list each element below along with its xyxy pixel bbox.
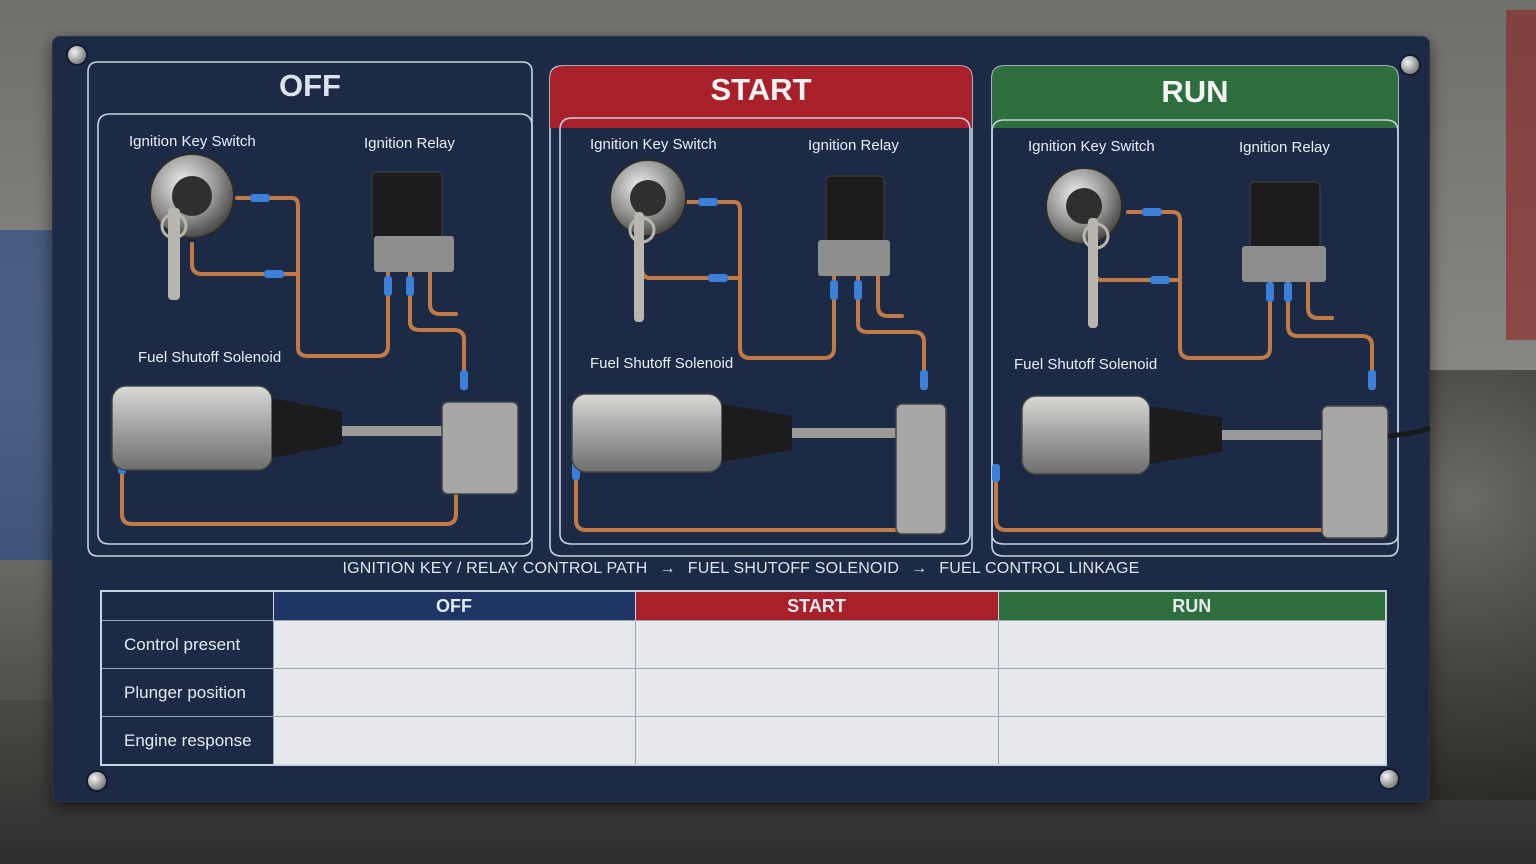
panel-header-run: RUN bbox=[1161, 74, 1229, 109]
flow-step-solenoid: FUEL SHUTOFF SOLENOID bbox=[687, 560, 900, 577]
row-label-engine-response: Engine response bbox=[100, 716, 274, 766]
panel-header-off: OFF bbox=[279, 68, 341, 103]
row-label-control-present: Control present bbox=[100, 620, 274, 669]
column-header-off: OFF bbox=[272, 591, 635, 621]
table-corner-cell bbox=[101, 591, 273, 621]
label-relay: Ignition Relay bbox=[1239, 139, 1330, 156]
column-header-run: RUN bbox=[997, 591, 1386, 621]
label-solenoid: Fuel Shutoff Solenoid bbox=[1014, 356, 1158, 373]
table-cell-off[interactable] bbox=[272, 716, 636, 766]
table-cell-start[interactable] bbox=[634, 620, 999, 669]
state-matrix-table: OFF START RUN Control present Plunger po… bbox=[100, 590, 1387, 766]
table-cell-run[interactable] bbox=[997, 668, 1387, 717]
label-key-switch: Ignition Key Switch bbox=[590, 136, 717, 153]
flow-step-control-path: IGNITION KEY / RELAY CONTROL PATH bbox=[342, 560, 648, 577]
table-cell-start[interactable] bbox=[634, 668, 999, 717]
table-cell-off[interactable] bbox=[272, 668, 636, 717]
label-relay: Ignition Relay bbox=[808, 137, 899, 154]
label-solenoid: Fuel Shutoff Solenoid bbox=[590, 355, 734, 372]
label-key-switch: Ignition Key Switch bbox=[1028, 138, 1155, 155]
table-header-row: OFF START RUN bbox=[101, 591, 1386, 621]
flow-step-linkage: FUEL CONTROL LINKAGE bbox=[939, 560, 1140, 577]
table-cell-run[interactable] bbox=[997, 716, 1387, 766]
table-cell-start[interactable] bbox=[634, 716, 999, 766]
label-key-switch: Ignition Key Switch bbox=[129, 133, 256, 150]
arrow-right-icon: → bbox=[911, 560, 928, 577]
table-cell-run[interactable] bbox=[997, 620, 1387, 669]
table-row: Control present bbox=[100, 620, 1387, 669]
engine-block bbox=[1418, 370, 1536, 800]
background-shelf bbox=[0, 230, 60, 560]
arrow-right-icon: → bbox=[659, 560, 676, 577]
column-header-start: START bbox=[634, 591, 998, 621]
panel-header-start: START bbox=[710, 72, 812, 107]
label-relay: Ignition Relay bbox=[364, 135, 455, 152]
table-cell-off[interactable] bbox=[272, 620, 636, 669]
label-solenoid: Fuel Shutoff Solenoid bbox=[138, 349, 282, 366]
table-row: Plunger position bbox=[100, 668, 1387, 717]
flow-caption: IGNITION KEY / RELAY CONTROL PATH → FUEL S… bbox=[52, 560, 1430, 578]
table-row: Engine response bbox=[100, 716, 1387, 766]
row-label-plunger-position: Plunger position bbox=[100, 668, 274, 717]
background-cabinet bbox=[1506, 10, 1536, 340]
